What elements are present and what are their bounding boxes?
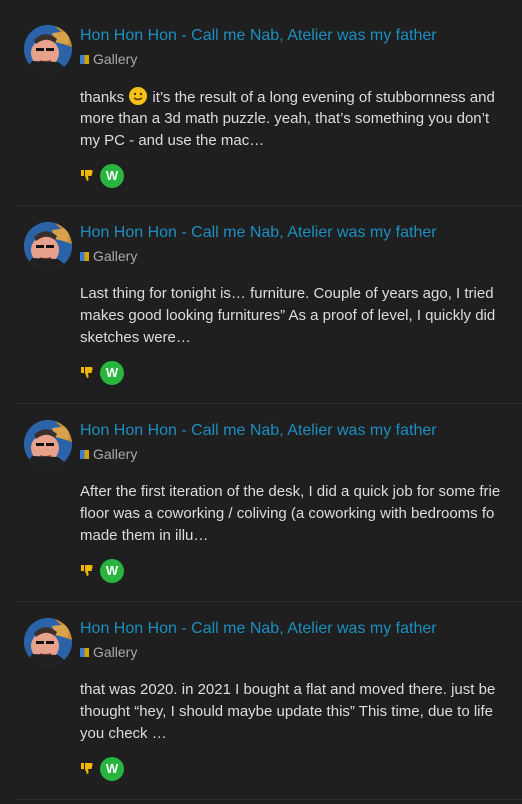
- category-badge[interactable]: Gallery: [80, 248, 137, 264]
- category-badge[interactable]: Gallery: [80, 644, 137, 660]
- post-item-4: Hon Hon Hon - Call me Nab, Atelier was m…: [16, 602, 522, 800]
- category-badge[interactable]: Gallery: [80, 446, 137, 462]
- post-item-1: Hon Hon Hon - Call me Nab, Atelier was m…: [16, 9, 522, 206]
- author-name-link[interactable]: Hon Hon Hon - Call me Nab, Atelier was m…: [80, 26, 437, 45]
- reaction-user-avatar[interactable]: W: [100, 361, 124, 385]
- excerpt-line-2: floor was a coworking / coliving (a cowo…: [80, 505, 495, 522]
- post-actions: W: [80, 164, 140, 188]
- excerpt-prefix: thanks: [80, 89, 125, 106]
- excerpt-line-1: that was 2020. in 2021 I bought a flat a…: [80, 681, 496, 698]
- author-name-link[interactable]: Hon Hon Hon - Call me Nab, Atelier was m…: [80, 619, 437, 638]
- post-excerpt[interactable]: After the first iteration of the desk, I…: [80, 481, 522, 547]
- smiling-face-emoji: [129, 87, 148, 105]
- author-name-link[interactable]: Hon Hon Hon - Call me Nab, Atelier was m…: [80, 421, 437, 440]
- author-avatar[interactable]: [24, 25, 72, 73]
- post-actions: W: [80, 757, 140, 781]
- category-label: Gallery: [93, 644, 138, 660]
- reaction-user-avatar[interactable]: W: [100, 757, 124, 781]
- category-label: Gallery: [93, 446, 138, 462]
- reaction-user-avatar[interactable]: W: [100, 559, 124, 583]
- excerpt-line-3: you check …: [80, 725, 167, 742]
- thumbs-down-icon[interactable]: [80, 563, 94, 577]
- thumbs-down-icon[interactable]: [80, 365, 94, 379]
- excerpt-line-1: After the first iteration of the desk, I…: [80, 483, 501, 500]
- category-label: Gallery: [93, 51, 138, 67]
- excerpt-line-1: Last thing for tonight is… furniture. Co…: [80, 285, 494, 302]
- excerpt-line-3: sketches were…: [80, 329, 191, 346]
- post-item-3: Hon Hon Hon - Call me Nab, Atelier was m…: [16, 404, 522, 602]
- excerpt-line-3: my PC - and use the mac…: [80, 132, 265, 149]
- excerpt-line-2: thought “hey, I should maybe update this…: [80, 703, 494, 720]
- thumbs-down-icon[interactable]: [80, 168, 94, 182]
- gallery-category-color-icon: [80, 648, 89, 657]
- category-label: Gallery: [93, 248, 138, 264]
- excerpt-line-3: made them in illu…: [80, 527, 209, 544]
- category-badge[interactable]: Gallery: [80, 51, 137, 67]
- author-avatar[interactable]: [24, 222, 72, 270]
- author-avatar[interactable]: [24, 618, 72, 666]
- reaction-user-avatar[interactable]: W: [100, 164, 124, 188]
- thumbs-down-icon[interactable]: [80, 761, 94, 775]
- gallery-category-color-icon: [80, 252, 89, 261]
- post-actions: W: [80, 559, 140, 583]
- gallery-category-color-icon: [80, 55, 89, 64]
- post-excerpt[interactable]: that was 2020. in 2021 I bought a flat a…: [80, 679, 522, 745]
- excerpt-line-2: more than a 3d math puzzle. yeah, that’s…: [80, 110, 490, 127]
- post-excerpt[interactable]: Last thing for tonight is… furniture. Co…: [80, 283, 522, 349]
- gallery-category-color-icon: [80, 450, 89, 459]
- excerpt-line-1-text: it’s the result of a long evening of stu…: [152, 89, 495, 106]
- post-actions: W: [80, 361, 140, 385]
- author-name-link[interactable]: Hon Hon Hon - Call me Nab, Atelier was m…: [80, 223, 437, 242]
- author-avatar[interactable]: [24, 420, 72, 468]
- excerpt-line-2: makes good looking furnitures” As a proo…: [80, 307, 496, 324]
- post-excerpt[interactable]: thanks it’s the result of a long evening…: [80, 86, 522, 152]
- post-feed: Hon Hon Hon - Call me Nab, Atelier was m…: [0, 0, 522, 804]
- post-item-2: Hon Hon Hon - Call me Nab, Atelier was m…: [16, 206, 522, 404]
- excerpt-line-1: thanks it’s the result of a long evening…: [80, 86, 522, 108]
